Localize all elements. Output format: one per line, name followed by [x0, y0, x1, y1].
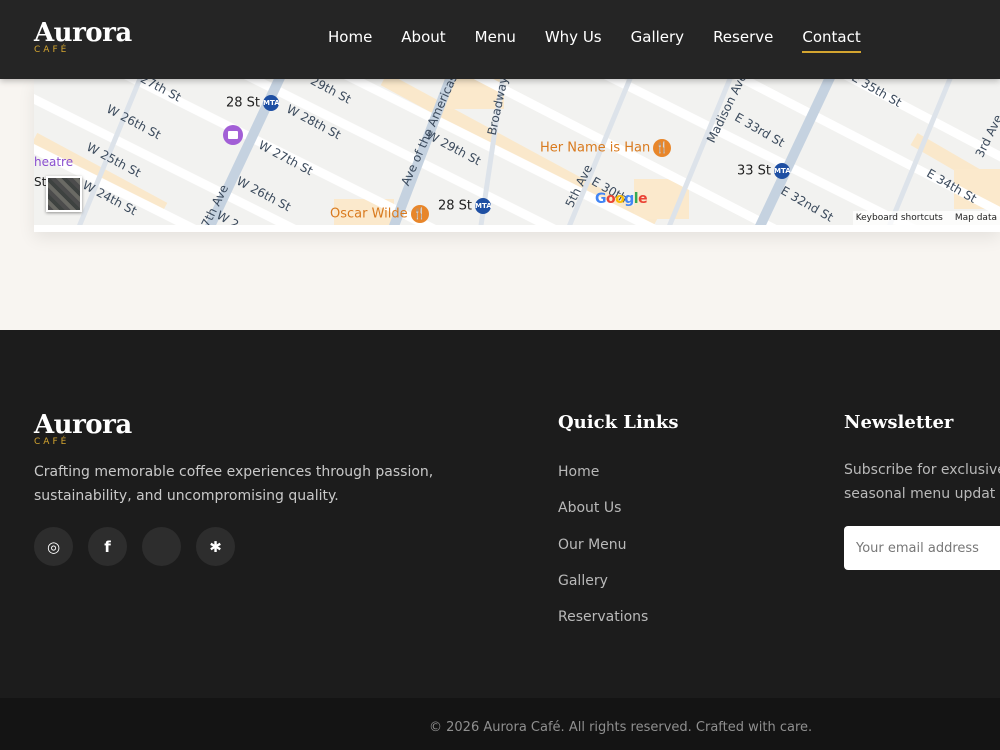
google-logo: Google — [595, 191, 648, 207]
instagram-icon[interactable]: ◎ — [34, 527, 73, 566]
nav-item-gallery[interactable]: Gallery — [631, 27, 684, 53]
footer-link-reservations[interactable]: Reservations — [558, 605, 648, 641]
nav-item-menu[interactable]: Menu — [475, 27, 516, 53]
station-label: 28 St — [226, 95, 261, 111]
map-station[interactable]: 33 St MTA — [737, 163, 791, 179]
nav-item-about[interactable]: About — [401, 27, 445, 53]
quick-links-title: Quick Links — [558, 412, 679, 433]
restaurant-icon: 🍴 — [410, 205, 429, 223]
metro-icon: MTA — [263, 95, 280, 111]
nav-item-reserve[interactable]: Reserve — [713, 27, 773, 53]
newsletter-text-line: seasonal menu updat — [844, 486, 996, 502]
copyright-text: © 2026 Aurora Café. All rights reserved.… — [429, 720, 813, 735]
footer-description: Crafting memorable coffee experiences th… — [34, 464, 434, 504]
brand-name: Aurora — [34, 18, 132, 48]
map-station[interactable]: 28 St MTA — [438, 198, 492, 214]
restaurant-icon: 🍴 — [653, 139, 672, 157]
map-footer: Keyboard shortcuts Map data — [852, 211, 1000, 225]
site-header: Aurora CAFÉ Home About Menu Why Us Galle… — [0, 0, 1000, 79]
map-data-link[interactable]: Map data — [955, 213, 997, 223]
footer-link-home[interactable]: Home — [558, 460, 648, 496]
newsletter-text-line: Subscribe for exclusive — [844, 462, 1000, 478]
quick-links-list: Home About Us Our Menu Gallery Reservati… — [558, 460, 648, 641]
newsletter-text: Subscribe for exclusive seasonal menu up… — [844, 458, 1000, 506]
map-card: 27th St W 26th St W 25th St W 24th St W … — [34, 79, 1000, 232]
nav-item-contact[interactable]: Contact — [802, 27, 861, 53]
footer-logo[interactable]: Aurora CAFÉ — [34, 410, 132, 447]
footer-link-gallery[interactable]: Gallery — [558, 569, 648, 605]
footer-link-menu[interactable]: Our Menu — [558, 533, 648, 569]
keyboard-shortcuts-link[interactable]: Keyboard shortcuts — [856, 213, 943, 223]
brand-logo[interactable]: Aurora CAFÉ — [34, 18, 132, 55]
map-station[interactable]: 28 St MTA — [226, 95, 280, 111]
nav-item-why-us[interactable]: Why Us — [545, 27, 602, 53]
station-label: 33 St — [737, 163, 772, 179]
social-links: ◎ f ✱ — [34, 527, 235, 566]
facebook-icon[interactable]: f — [88, 527, 127, 566]
nav-item-home[interactable]: Home — [328, 27, 372, 53]
map-poi[interactable]: Oscar Wilde 🍴 — [330, 205, 429, 223]
yelp-icon[interactable]: ✱ — [196, 527, 235, 566]
twitter-icon[interactable] — [142, 527, 181, 566]
station-label: 28 St — [438, 198, 473, 214]
map-place-label: heatre — [34, 155, 74, 169]
map-poi[interactable]: Her Name is Han 🍴 — [540, 139, 672, 157]
brand-name: Aurora — [34, 410, 132, 440]
poi-label: Oscar Wilde — [330, 206, 408, 222]
embedded-map[interactable]: 27th St W 26th St W 25th St W 24th St W … — [34, 79, 1000, 225]
poi-label: Her Name is Han — [540, 140, 651, 156]
satellite-toggle[interactable] — [46, 176, 82, 212]
footer-link-about[interactable]: About Us — [558, 496, 648, 532]
newsletter-email-input[interactable] — [844, 526, 1000, 570]
footer-bottom-bar: © 2026 Aurora Café. All rights reserved.… — [0, 698, 1000, 750]
site-footer: Aurora CAFÉ Crafting memorable coffee ex… — [0, 330, 1000, 698]
metro-icon: MTA — [475, 198, 492, 214]
main-nav: Home About Menu Why Us Gallery Reserve C… — [328, 27, 890, 53]
metro-icon: MTA — [774, 163, 791, 179]
newsletter-title: Newsletter — [844, 412, 954, 433]
map-place-label: St — [34, 175, 47, 189]
